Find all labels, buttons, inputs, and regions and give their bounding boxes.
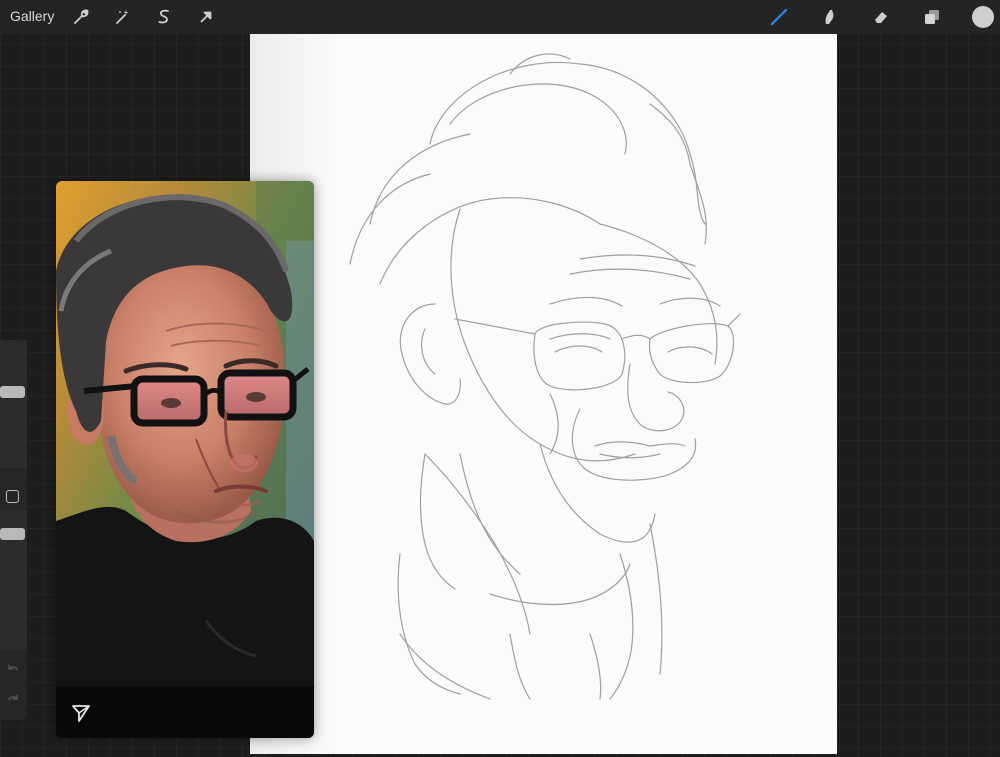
smudge-button[interactable] — [818, 5, 842, 29]
magic-wand-icon — [116, 10, 129, 24]
left-sidebar — [0, 340, 27, 720]
reference-footer — [56, 686, 314, 738]
eraser-button[interactable] — [869, 5, 893, 29]
redo-button[interactable] — [5, 692, 21, 708]
brush-size-slider[interactable] — [0, 340, 27, 468]
layers-button[interactable] — [920, 5, 944, 29]
procreate-app: Gallery — [0, 0, 1000, 757]
layers-icon — [925, 10, 939, 24]
undo-icon — [8, 664, 18, 671]
selection-s-icon — [158, 9, 169, 24]
undo-button[interactable] — [5, 662, 21, 678]
arrow-cursor-icon — [200, 11, 212, 23]
gallery-button[interactable]: Gallery — [10, 8, 54, 24]
brush-icon — [770, 8, 788, 26]
smudge-icon — [825, 10, 834, 24]
eraser-icon — [875, 12, 887, 23]
square-modifier-icon[interactable] — [6, 490, 19, 503]
brush-size-thumb[interactable] — [0, 386, 25, 398]
opacity-thumb[interactable] — [0, 528, 25, 540]
wrench-icon — [74, 9, 89, 24]
portrait-photo — [56, 181, 314, 686]
selection-button[interactable] — [152, 5, 176, 29]
brush-button[interactable] — [767, 5, 791, 29]
opacity-slider[interactable] — [0, 510, 27, 650]
actions-button[interactable] — [69, 5, 93, 29]
transform-button[interactable] — [194, 5, 218, 29]
reference-photo — [56, 181, 314, 686]
send-arrow-icon[interactable] — [70, 702, 92, 724]
reference-panel[interactable] — [56, 181, 314, 738]
adjustments-button[interactable] — [110, 5, 134, 29]
drawing-canvas[interactable] — [250, 34, 837, 754]
top-toolbar: Gallery — [0, 0, 1000, 34]
caricature-sketch — [250, 34, 837, 754]
send-arrow-icon-svg — [72, 705, 90, 722]
redo-icon — [8, 694, 18, 701]
color-picker-swatch[interactable] — [972, 6, 994, 28]
